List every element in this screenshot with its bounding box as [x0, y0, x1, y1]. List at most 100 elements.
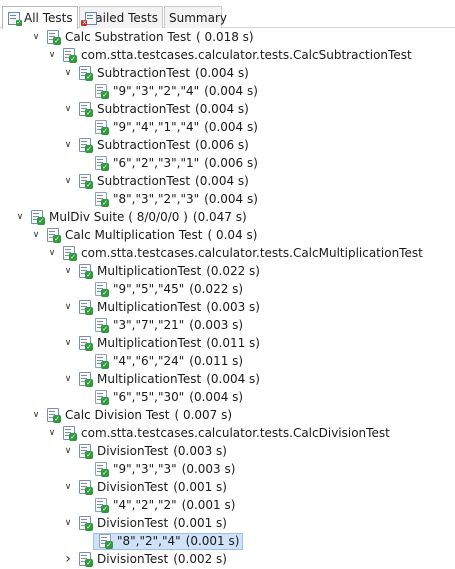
test-suite-passed-icon: ✓	[77, 443, 93, 459]
item-content: ✓ Calc Division Test ( 0.007 s)	[45, 407, 232, 423]
tree-node-row[interactable]: ∨ ✓ Calc Multiplication Test ( 0.04 s)	[0, 226, 455, 244]
tree-item-label: MultiplicationTest	[97, 300, 202, 314]
tree-node-row[interactable]: ∨ ✓ SubtractionTest (0.004 s)	[0, 100, 455, 118]
tree-leaf-row[interactable]: ✓ "9","3","3" (0.003 s)	[0, 460, 455, 478]
chevron-down-icon[interactable]: ∨	[63, 446, 73, 456]
test-suite-passed-icon: ✓	[77, 515, 93, 531]
tree-node-row[interactable]: ∨ ✓ MultiplicationTest (0.004 s)	[0, 370, 455, 388]
tree-leaf-row[interactable]: ✓ "9","3","2","4" (0.004 s)	[0, 82, 455, 100]
tree-node-row[interactable]: ∨ ✓ DivisionTest (0.001 s)	[0, 478, 455, 496]
tab-summary[interactable]: Summary	[164, 6, 227, 28]
tree-item-label: SubtractionTest	[97, 174, 191, 188]
tree-item-label: "4","6","24"	[113, 354, 185, 368]
tree-item-time: (0.004 s)	[189, 390, 244, 404]
tab-label: Summary	[169, 10, 227, 25]
tree-item-label: Calc Division Test	[65, 408, 170, 422]
test-case-passed-icon: ✓	[93, 83, 109, 99]
tree-leaf-row[interactable]: ✓ "4","2","2" (0.001 s)	[0, 496, 455, 514]
tree-leaf-row[interactable]: ✓ "9","4","1","4" (0.004 s)	[0, 118, 455, 136]
chevron-down-icon[interactable]: ∨	[31, 410, 41, 420]
tree-leaf-row[interactable]: ✓ "6","2","3","1" (0.006 s)	[0, 154, 455, 172]
tree-leaf-row[interactable]: ✓ "6","5","30" (0.004 s)	[0, 388, 455, 406]
tree-item-time: ( 0.007 s)	[174, 408, 233, 422]
tree-node-row[interactable]: ∨ ✓ DivisionTest (0.001 s)	[0, 514, 455, 532]
tree-item-label: "4","2","2"	[113, 498, 177, 512]
item-content: ✓ Calc Substration Test ( 0.018 s)	[45, 29, 254, 45]
tree-leaf-row[interactable]: ✓ "4","6","24" (0.011 s)	[0, 352, 455, 370]
chevron-down-icon[interactable]: ∨	[47, 50, 57, 60]
tree-leaf-row[interactable]: ✓ "9","5","45" (0.022 s)	[0, 280, 455, 298]
chevron-down-icon[interactable]: ∨	[31, 230, 41, 240]
tree-node-row[interactable]: ∨ ✓ SubtractionTest (0.006 s)	[0, 136, 455, 154]
tree-item-label: SubtractionTest	[97, 66, 191, 80]
chevron-right-icon[interactable]: ›	[63, 551, 73, 567]
tree-item-time: (0.003 s)	[206, 300, 260, 314]
chevron-down-icon[interactable]: ∨	[63, 140, 73, 150]
tree-node-row[interactable]: ∨ ✓ MultiplicationTest (0.011 s)	[0, 334, 455, 352]
tab-failed-tests[interactable]: x Failed Tests	[79, 6, 163, 28]
tree-item-time: (0.006 s)	[195, 138, 249, 152]
test-suite-passed-icon: ✓	[77, 479, 93, 495]
chevron-down-icon[interactable]: ∨	[63, 104, 73, 114]
tree-node-row[interactable]: ∨ ✓ DivisionTest (0.003 s)	[0, 442, 455, 460]
tree-item-time: (0.011 s)	[189, 354, 244, 368]
chevron-down-icon[interactable]: ∨	[63, 518, 73, 528]
chevron-down-icon[interactable]: ∨	[47, 428, 57, 438]
tab-label: Failed Tests	[89, 10, 158, 25]
item-content: ✓ DivisionTest (0.003 s)	[77, 443, 227, 459]
tree-node-row[interactable]: ∨ ✓ MultiplicationTest (0.022 s)	[0, 262, 455, 280]
chevron-down-icon[interactable]: ∨	[63, 302, 73, 312]
tree-node-row[interactable]: › ✓ DivisionTest (0.002 s)	[0, 550, 455, 568]
tab-all-tests[interactable]: ✓ All Tests	[2, 6, 78, 29]
tree-node-row[interactable]: ∨ ✓ MulDiv Suite ( 8/0/0/0 ) (0.047 s)	[0, 208, 455, 226]
tree-item-time: (0.001 s)	[181, 498, 236, 512]
tree-item-label: com.stta.testcases.calculator.tests.Calc…	[81, 426, 390, 440]
tree-item-time: (0.004 s)	[204, 192, 258, 206]
tree-item-time: (0.004 s)	[195, 66, 249, 80]
item-content: ✓ DivisionTest (0.001 s)	[77, 515, 227, 531]
tree-item-time: (0.003 s)	[173, 444, 227, 458]
chevron-down-icon[interactable]: ∨	[63, 176, 73, 186]
tree-node-row[interactable]: ∨ ✓ com.stta.testcases.calculator.tests.Ca…	[0, 244, 455, 262]
test-suite-passed-icon: ✓	[77, 551, 93, 567]
test-case-passed-icon: ✓	[93, 317, 109, 333]
item-content: ✓ com.stta.testcases.calculator.tests.Cal…	[61, 245, 423, 261]
chevron-down-icon[interactable]: ∨	[47, 248, 57, 258]
chevron-down-icon[interactable]: ∨	[63, 338, 73, 348]
item-content: ✓ "8","3","2","3" (0.004 s)	[93, 191, 258, 207]
item-content: ✓ "6","5","30" (0.004 s)	[93, 389, 243, 405]
tree-item-label: com.stta.testcases.calculator.tests.Calc…	[81, 246, 423, 260]
tree-leaf-row[interactable]: ✓ "3","7","21" (0.003 s)	[0, 316, 455, 334]
tree-node-row[interactable]: ∨ ✓ SubtractionTest (0.004 s)	[0, 172, 455, 190]
tree-node-row[interactable]: ∨ ✓ Calc Division Test ( 0.007 s)	[0, 406, 455, 424]
tab-label: All Tests	[24, 11, 73, 25]
item-content: ✓ com.stta.testcases.calculator.tests.Cal…	[61, 47, 412, 63]
tree-node-row[interactable]: ∨ ✓ Calc Substration Test ( 0.018 s)	[0, 28, 455, 46]
tree-item-label: DivisionTest	[97, 552, 169, 566]
tree-node-row[interactable]: ∨ ✓ MultiplicationTest (0.003 s)	[0, 298, 455, 316]
tree-leaf-row[interactable]: ✓ "8","3","2","3" (0.004 s)	[0, 190, 455, 208]
item-content: ✓ SubtractionTest (0.006 s)	[77, 137, 249, 153]
test-suite-passed-icon: ✓	[77, 299, 93, 315]
chevron-down-icon[interactable]: ∨	[15, 212, 25, 222]
tree-node-row[interactable]: ∨ ✓ SubtractionTest (0.004 s)	[0, 64, 455, 82]
chevron-down-icon[interactable]: ∨	[63, 266, 73, 276]
tree-node-row[interactable]: ∨ ✓ com.stta.testcases.calculator.tests.Ca…	[0, 46, 455, 64]
chevron-down-icon[interactable]: ∨	[63, 374, 73, 384]
chevron-down-icon[interactable]: ∨	[63, 68, 73, 78]
chevron-down-icon[interactable]: ∨	[63, 482, 73, 492]
failed-tests-icon: x	[81, 11, 97, 26]
tree-item-time: (0.004 s)	[195, 174, 249, 188]
tree-leaf-row[interactable]: ✓ "8","2","4" (0.001 s)	[0, 532, 455, 550]
test-suite-passed-icon: ✓	[45, 227, 61, 243]
item-content: ✓ "9","5","45" (0.022 s)	[93, 281, 243, 297]
tree-node-row[interactable]: ∨ ✓ com.stta.testcases.calculator.tests.Ca…	[0, 424, 455, 442]
test-suite-passed-icon: ✓	[61, 425, 77, 441]
chevron-down-icon[interactable]: ∨	[31, 32, 41, 42]
tree-item-time: (0.001 s)	[185, 534, 240, 548]
